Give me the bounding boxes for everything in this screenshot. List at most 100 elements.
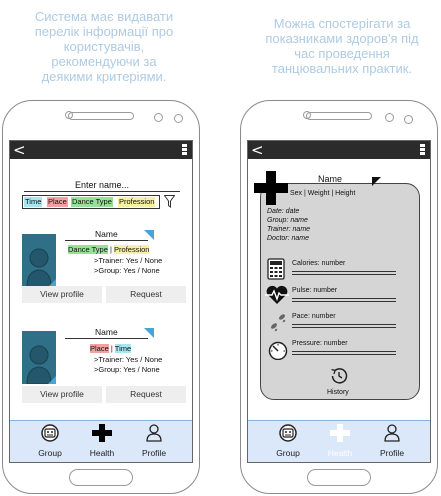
- tab-health[interactable]: Health: [82, 424, 122, 458]
- metric-line: [292, 274, 396, 275]
- card-corner-marker: [144, 230, 154, 240]
- tab-bar: Group Health Profile: [248, 420, 430, 462]
- phone-health: < Name Sex | Weight | Height Date: date …: [240, 100, 438, 494]
- camera-dot: [303, 111, 311, 119]
- filter-tag-time[interactable]: Time: [24, 197, 43, 207]
- tab-profile[interactable]: Profile: [372, 424, 412, 458]
- phone-user-list: < Enter name... Time Place Dance Type Pr…: [2, 100, 200, 494]
- status-bar: <: [10, 141, 192, 159]
- tab-profile[interactable]: Profile: [134, 424, 174, 458]
- heart-pulse-icon: [265, 285, 289, 304]
- filter-tag-place[interactable]: Place: [47, 197, 68, 207]
- metric-line: [292, 271, 396, 272]
- tag-separator: |: [109, 245, 112, 254]
- camera-dot: [65, 111, 73, 119]
- tab-profile-label: Profile: [379, 448, 405, 458]
- request-button[interactable]: Request: [106, 286, 186, 303]
- panel-corner-marker: [372, 177, 381, 186]
- group-icon: [41, 424, 59, 442]
- group-icon: [279, 424, 297, 442]
- avatar: [22, 234, 56, 287]
- metric-line: [292, 351, 396, 352]
- calculator-icon: [267, 258, 285, 280]
- sensor-dot: [404, 115, 413, 124]
- menu-icon[interactable]: [182, 144, 187, 156]
- left-caption: Система має видавати перелік інформації …: [4, 9, 204, 84]
- card-divider: [65, 338, 148, 339]
- sensor-dot: [154, 113, 163, 122]
- back-button[interactable]: <: [251, 141, 264, 159]
- search-input[interactable]: Enter name...: [24, 179, 180, 192]
- sensor-dot: [174, 114, 183, 123]
- screen-health: < Name Sex | Weight | Height Date: date …: [247, 140, 431, 463]
- right-caption: Можна спостерігати за показниками здоров…: [248, 16, 436, 76]
- footsteps-icon: [271, 314, 286, 332]
- tab-group[interactable]: Group: [30, 424, 70, 458]
- left-caption-line: перелік інформації про: [34, 24, 174, 39]
- view-profile-button[interactable]: View profile: [22, 286, 102, 303]
- card-tags: Place | Time: [90, 344, 132, 353]
- pressure-label: Pressure: number: [292, 340, 348, 347]
- right-caption-line: показниками здоров'я під: [265, 31, 419, 46]
- view-profile-button[interactable]: View profile: [22, 386, 102, 403]
- metric-line: [292, 298, 396, 299]
- tab-health-label: Health: [327, 448, 353, 458]
- history-icon: [331, 368, 348, 384]
- detail-date: Date: date: [267, 208, 300, 215]
- back-button[interactable]: <: [13, 141, 26, 159]
- left-caption-line: Система має видавати: [34, 9, 174, 24]
- pulse-label: Pulse: number: [292, 287, 338, 294]
- left-caption-line: користувачів,: [63, 39, 145, 54]
- metric-line: [292, 327, 396, 328]
- tag-separator: |: [110, 344, 113, 353]
- health-cross-icon: [330, 424, 350, 442]
- detail-group: Group: name: [267, 217, 308, 224]
- health-cross-icon: [254, 171, 288, 205]
- body-stats: Sex | Weight | Height: [290, 190, 356, 197]
- filter-tags: Time Place Dance Type Profession: [22, 195, 160, 209]
- profile-icon: [384, 424, 400, 442]
- tab-group-label: Group: [38, 448, 62, 458]
- tag-time: Time: [114, 344, 132, 353]
- avatar-corner: [48, 376, 56, 384]
- home-button[interactable]: [69, 469, 133, 486]
- request-button[interactable]: Request: [106, 386, 186, 403]
- card-tags: Dance Type | Profession: [68, 245, 150, 254]
- tab-profile-label: Profile: [141, 448, 167, 458]
- card-corner-marker: [144, 328, 154, 338]
- calories-label: Calories: number: [292, 260, 346, 267]
- tab-group[interactable]: Group: [268, 424, 308, 458]
- tab-group-label: Group: [276, 448, 300, 458]
- tag-profession: Profession: [114, 245, 150, 254]
- filter-tag-profession[interactable]: Profession: [118, 197, 156, 207]
- left-caption-line: рекомендуючи за: [51, 54, 157, 69]
- detail-doctor: Doctor: name: [267, 235, 310, 242]
- health-cross-icon: [92, 424, 112, 442]
- right-caption-line: Можна спостерігати за: [273, 16, 411, 31]
- card-name: Name: [95, 327, 118, 337]
- screen-user-list: < Enter name... Time Place Dance Type Pr…: [9, 140, 193, 463]
- right-caption-line: танцювальних практик.: [271, 61, 413, 76]
- metric-line: [292, 354, 396, 355]
- profile-icon: [146, 424, 162, 442]
- menu-icon[interactable]: [420, 144, 425, 156]
- filter-tag-dance-type[interactable]: Dance Type: [71, 197, 113, 207]
- avatar: [22, 331, 56, 384]
- gauge-icon: [268, 341, 288, 360]
- left-caption-line: деякими критеріями.: [41, 69, 167, 84]
- filter-funnel-icon[interactable]: [164, 195, 175, 208]
- group-info: >Group: Yes / None: [94, 365, 160, 374]
- phone-speaker: [306, 112, 372, 120]
- metric-line: [292, 301, 396, 302]
- tab-bar: Group Health Profile: [10, 420, 192, 462]
- tab-health-label: Health: [89, 448, 115, 458]
- tag-place: Place: [90, 344, 109, 353]
- card-divider: [65, 240, 148, 241]
- pace-label: Pace: number: [292, 313, 336, 320]
- trainer-info: >Trainer: Yes / None: [94, 355, 163, 364]
- detail-trainer: Trainer: name: [267, 226, 311, 233]
- home-button[interactable]: [307, 469, 371, 486]
- right-caption-line: час проведення: [294, 46, 390, 61]
- tab-health[interactable]: Health: [320, 424, 360, 458]
- status-bar: <: [248, 141, 430, 159]
